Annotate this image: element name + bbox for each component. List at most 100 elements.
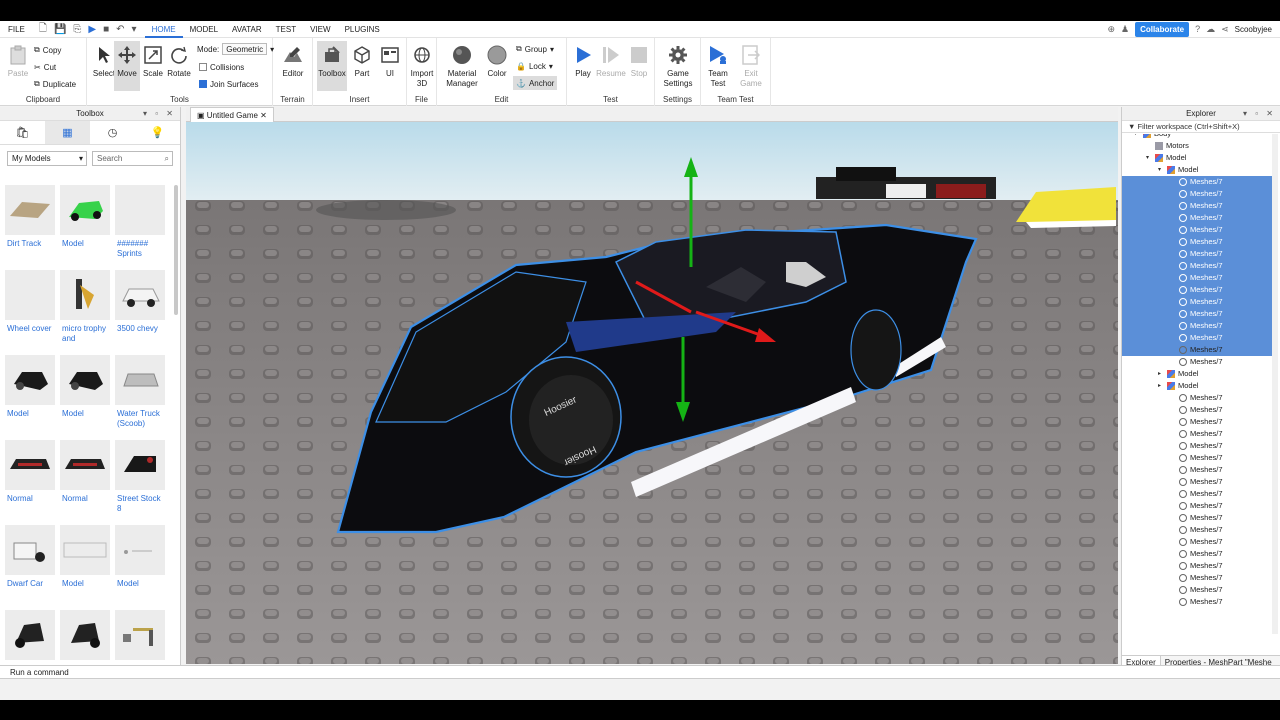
tree-node[interactable]: Meshes/7 xyxy=(1170,296,1223,308)
command-bar-input[interactable]: Run a command xyxy=(0,665,1280,679)
tree-node[interactable]: Meshes/7 xyxy=(1170,524,1223,536)
tree-node[interactable]: Meshes/7 xyxy=(1170,596,1223,608)
mode-dropdown[interactable]: Geometric xyxy=(222,43,268,55)
globe-icon[interactable]: ⊕ xyxy=(1107,24,1115,35)
tab-model[interactable]: MODEL xyxy=(183,21,225,38)
expand-toggle-icon[interactable]: ▸ xyxy=(1158,380,1164,392)
tree-node[interactable]: Meshes/7 xyxy=(1170,560,1223,572)
close-tab-icon[interactable]: ✕ xyxy=(260,111,267,120)
search-icon[interactable]: ⌕ xyxy=(165,152,169,165)
tree-node[interactable]: Meshes/7 xyxy=(1170,284,1223,296)
group-button[interactable]: ⧉ Group ▾ xyxy=(516,42,554,56)
tree-node[interactable]: Meshes/7 xyxy=(1170,224,1223,236)
quick-play-icon[interactable]: ▶ xyxy=(88,24,96,35)
game-settings-button[interactable]: Game Settings xyxy=(663,44,693,89)
join-surfaces-checkbox[interactable] xyxy=(199,80,207,88)
stop-button[interactable]: Stop xyxy=(624,44,654,79)
tree-node[interactable]: Meshes/7 xyxy=(1170,536,1223,548)
collisions-toggle[interactable]: Collisions xyxy=(199,60,244,74)
move-button[interactable]: Move xyxy=(114,41,140,91)
paste-button[interactable]: Paste xyxy=(3,44,33,79)
open-icon[interactable]: ⎘ xyxy=(73,24,81,35)
resume-button[interactable]: Resume xyxy=(596,44,626,79)
tree-node[interactable]: ▾ Model xyxy=(1158,164,1198,176)
exit-game-button[interactable]: Exit Game xyxy=(736,44,766,89)
marketplace-tab[interactable]: ▦ xyxy=(45,121,90,144)
tree-node[interactable]: Motors xyxy=(1146,140,1189,152)
play-button[interactable]: Play xyxy=(568,44,598,79)
toolbox-item[interactable]: Model xyxy=(5,355,57,435)
panel-controls[interactable]: ▾ ▫ ✕ xyxy=(143,107,176,121)
color-button[interactable]: Color xyxy=(482,44,512,79)
toolbox-button[interactable]: Toolbox xyxy=(317,41,347,91)
rotate-button[interactable]: Rotate xyxy=(164,44,194,79)
tree-node[interactable]: Meshes/7 xyxy=(1170,344,1223,356)
recent-tab[interactable]: ◷ xyxy=(90,121,135,144)
duplicate-button[interactable]: ⧉ Duplicate xyxy=(34,77,76,91)
toolbox-search-input[interactable]: Search ⌕ xyxy=(92,151,173,166)
tree-node[interactable]: Meshes/7 xyxy=(1170,416,1223,428)
tree-node[interactable]: Meshes/7 xyxy=(1170,440,1223,452)
ui-button[interactable]: UI xyxy=(375,44,405,79)
tree-node[interactable]: ▸ Model xyxy=(1158,380,1198,392)
toolbox-item[interactable]: Model xyxy=(60,185,112,265)
tree-node[interactable]: Meshes/7 xyxy=(1170,320,1223,332)
toolbox-item[interactable]: Normal xyxy=(60,440,112,520)
tree-node[interactable]: Meshes/7 xyxy=(1170,512,1223,524)
inventory-tab[interactable]: 🛍 xyxy=(0,121,45,144)
tree-node[interactable]: Meshes/7 xyxy=(1170,464,1223,476)
tab-plugins[interactable]: PLUGINS xyxy=(338,21,387,38)
tree-node[interactable]: Meshes/7 xyxy=(1170,308,1223,320)
tree-node[interactable]: ▸ Model xyxy=(1158,368,1198,380)
tree-node[interactable]: Meshes/7 xyxy=(1170,356,1223,368)
collaborate-button[interactable]: Collaborate xyxy=(1135,21,1190,37)
help-icon[interactable]: ? xyxy=(1195,24,1200,34)
document-tab[interactable]: ▣ Untitled Game ✕ xyxy=(190,107,274,122)
expand-toggle-icon[interactable]: ▾ xyxy=(1134,134,1140,140)
toolbox-scrollbar[interactable] xyxy=(174,185,178,315)
tree-node[interactable]: Meshes/7 xyxy=(1170,236,1223,248)
toolbox-item[interactable]: Water Truck (Scoob) xyxy=(115,355,167,435)
tab-test[interactable]: TEST xyxy=(269,21,303,38)
undo-icon[interactable]: ↶ xyxy=(116,24,124,35)
tree-node[interactable]: Meshes/7 xyxy=(1170,548,1223,560)
redo-icon[interactable]: ▾ xyxy=(132,24,137,35)
3d-viewport[interactable]: Hoosier Hoosier xyxy=(186,122,1118,664)
tree-node[interactable]: Meshes/7 xyxy=(1170,392,1223,404)
copy-button[interactable]: ⧉ Copy xyxy=(34,43,61,57)
cut-button[interactable]: ✂ Cut xyxy=(34,60,56,74)
expand-toggle-icon[interactable]: ▾ xyxy=(1158,164,1164,176)
part-button[interactable]: Part xyxy=(347,44,377,79)
tree-node[interactable]: Meshes/7 xyxy=(1170,584,1223,596)
people-icon[interactable]: ♟ xyxy=(1121,24,1129,35)
tree-node[interactable]: Meshes/7 xyxy=(1170,212,1223,224)
toolbox-item[interactable]: Normal xyxy=(5,440,57,520)
tree-node[interactable]: Meshes/7 xyxy=(1170,452,1223,464)
toolbox-item[interactable]: ####### Sprints xyxy=(115,185,167,265)
tree-node[interactable]: Meshes/7 xyxy=(1170,500,1223,512)
tree-node[interactable]: Meshes/7 xyxy=(1170,404,1223,416)
tab-view[interactable]: VIEW xyxy=(303,21,337,38)
tree-node[interactable]: Meshes/7 xyxy=(1170,176,1223,188)
category-dropdown[interactable]: My Models xyxy=(7,151,88,166)
material-manager-button[interactable]: Material Manager xyxy=(445,44,479,89)
expand-toggle-icon[interactable]: ▾ xyxy=(1146,152,1152,164)
toolbox-item[interactable]: Model xyxy=(60,355,112,435)
tree-node[interactable]: Meshes/7 xyxy=(1170,272,1223,284)
tree-node[interactable]: Meshes/7 xyxy=(1170,476,1223,488)
join-surfaces-toggle[interactable]: Join Surfaces xyxy=(199,77,258,91)
tree-node[interactable]: Meshes/7 xyxy=(1170,428,1223,440)
import-3d-button[interactable]: Import 3D xyxy=(407,44,437,89)
tree-node[interactable]: Meshes/7 xyxy=(1170,260,1223,272)
terrain-editor-button[interactable]: Editor xyxy=(278,44,308,79)
tree-node[interactable]: Meshes/7 xyxy=(1170,248,1223,260)
tree-node[interactable]: Meshes/7 xyxy=(1170,200,1223,212)
anchor-button[interactable]: ⚓ Anchor xyxy=(513,76,558,90)
toolbox-item[interactable]: Wheel cover xyxy=(5,270,57,350)
tree-node[interactable]: Meshes/7 xyxy=(1170,572,1223,584)
quick-stop-icon[interactable]: ■ xyxy=(103,24,109,35)
toolbox-item[interactable]: Dirt Track xyxy=(5,185,57,265)
tree-node[interactable]: ▾ Model xyxy=(1146,152,1186,164)
panel-controls[interactable]: ▾ ▫ ✕ xyxy=(1243,107,1276,121)
toolbox-item[interactable]: Model xyxy=(115,525,167,605)
